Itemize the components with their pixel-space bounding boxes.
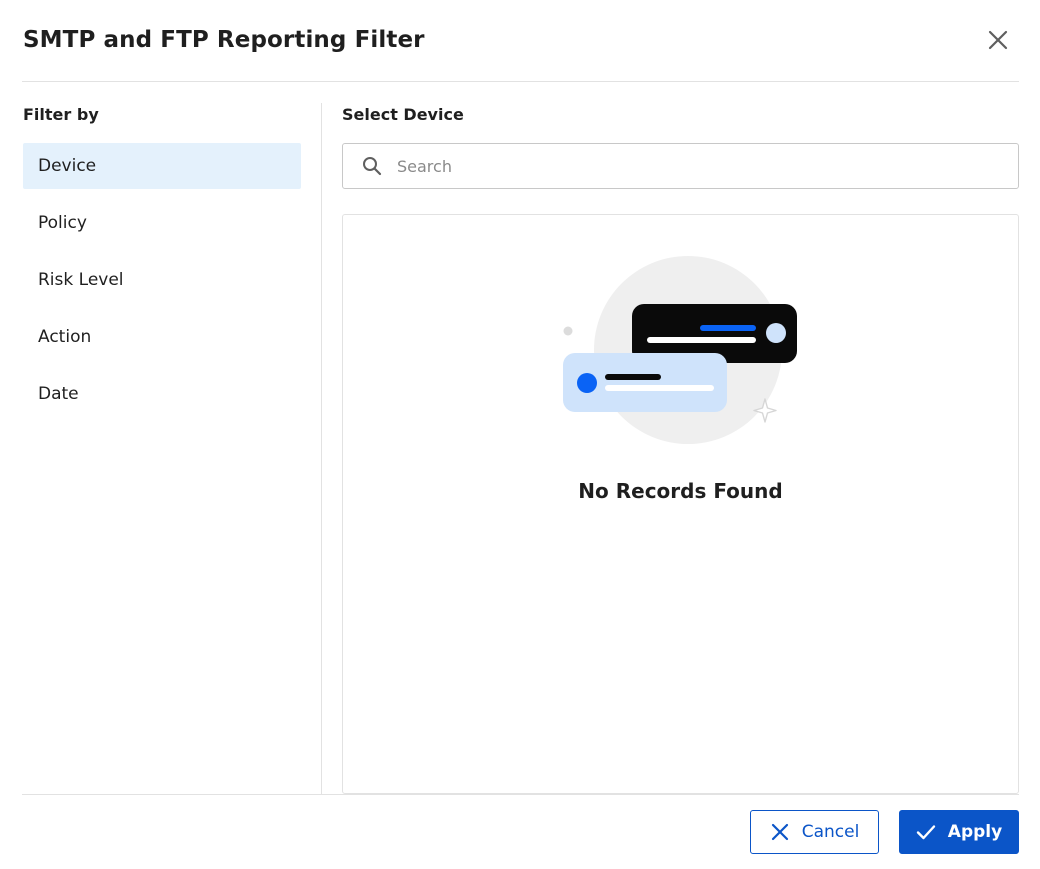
search-input[interactable]: [395, 155, 999, 177]
filter-item-label: Date: [38, 384, 79, 404]
filter-list: Device Policy Risk Level Action Date: [23, 143, 301, 428]
filter-heading: Filter by: [23, 105, 99, 124]
select-device-heading: Select Device: [342, 105, 464, 124]
filter-item-action[interactable]: Action: [23, 314, 301, 360]
header-divider: [22, 81, 1019, 82]
close-button[interactable]: [982, 24, 1014, 56]
check-icon: [916, 822, 936, 842]
apply-button-label: Apply: [947, 822, 1003, 842]
apply-button[interactable]: Apply: [899, 810, 1019, 854]
filter-item-policy[interactable]: Policy: [23, 200, 301, 246]
empty-state-illustration: [563, 256, 797, 444]
filter-item-device[interactable]: Device: [23, 143, 301, 189]
filter-item-risk-level[interactable]: Risk Level: [23, 257, 301, 303]
device-results-panel: No Records Found: [342, 214, 1019, 794]
close-icon: [770, 822, 790, 842]
filter-item-label: Risk Level: [38, 270, 124, 290]
close-icon: [988, 30, 1008, 50]
filter-dialog: SMTP and FTP Reporting Filter Filter by …: [0, 0, 1040, 869]
cancel-button[interactable]: Cancel: [750, 810, 879, 854]
filter-item-date[interactable]: Date: [23, 371, 301, 417]
column-divider: [321, 103, 322, 794]
filter-item-label: Device: [38, 156, 97, 176]
search-box[interactable]: [342, 143, 1019, 189]
empty-state-message: No Records Found: [578, 479, 783, 503]
search-icon: [361, 155, 383, 177]
dialog-title: SMTP and FTP Reporting Filter: [23, 27, 425, 53]
cancel-button-label: Cancel: [801, 822, 860, 842]
footer-divider: [22, 794, 1019, 795]
filter-item-label: Policy: [38, 213, 87, 233]
filter-item-label: Action: [38, 327, 92, 347]
